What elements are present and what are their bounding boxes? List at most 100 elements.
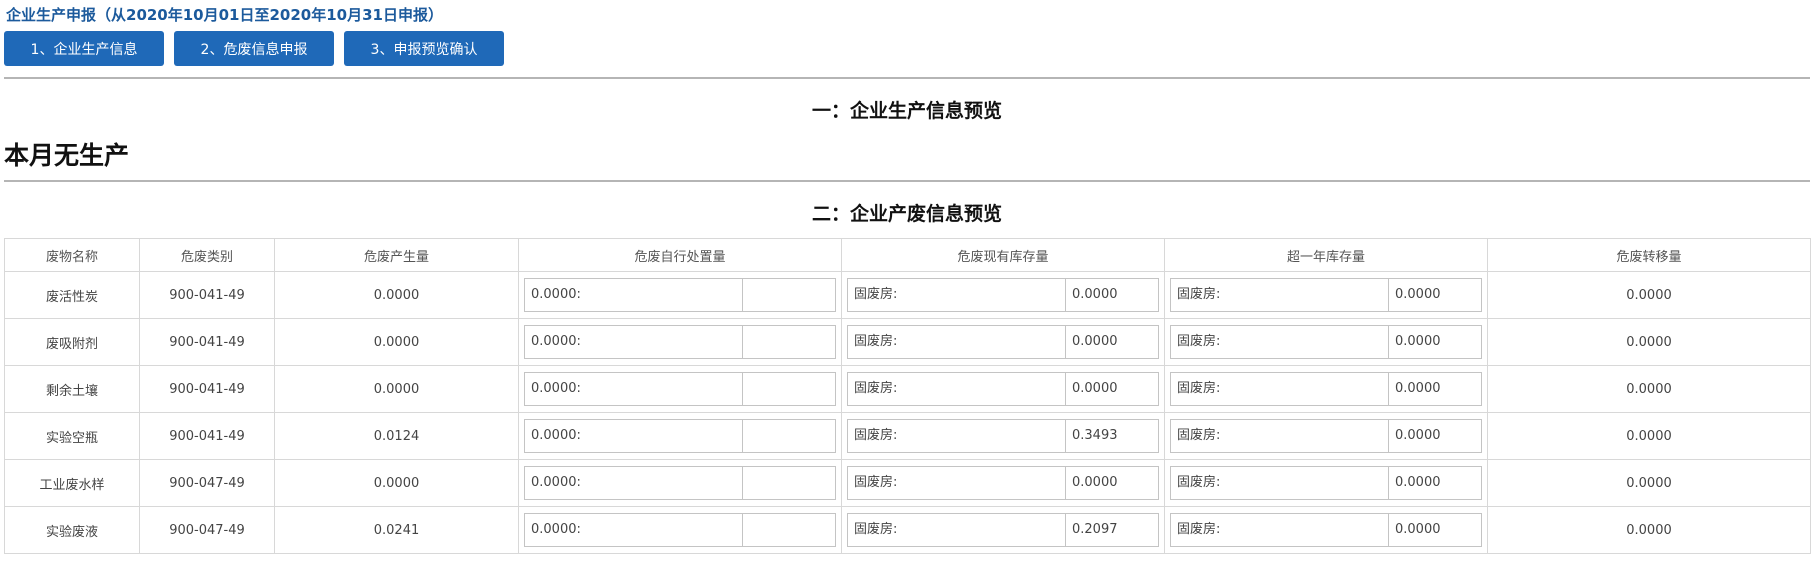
waste-category-cell: 900-041-49 (139, 271, 275, 319)
self-disposal-label: 0.0000: (525, 420, 743, 452)
over-year-cell: 固废房: 0.0000 (1164, 459, 1488, 507)
self-disposal-label: 0.0000: (525, 279, 743, 311)
stock-value: 0.0000 (1072, 334, 1118, 349)
self-disposal-field: 0.0000: (524, 372, 836, 406)
waste-category-cell: 900-041-49 (139, 318, 275, 366)
produced-cell: 0.0000 (274, 318, 519, 366)
self-disposal-value (743, 514, 835, 546)
produced-cell: 0.0000 (274, 271, 519, 319)
self-disposal-field: 0.0000: (524, 513, 836, 547)
waste-name-cell: 剩余土壤 (4, 365, 140, 413)
waste-preview-table: 废物名称 危废类别 危废产生量 危废自行处置量 危废现有库存量 超一年库存量 危… (4, 238, 1811, 554)
self-disposal-field: 0.0000: (524, 325, 836, 359)
stock-location-label: 固废房: (848, 373, 1066, 405)
page-title: 企业生产申报（从2020年10月01日至2020年10月31日申报） (6, 6, 443, 24)
self-disposal-field: 0.0000: (524, 278, 836, 312)
header-over-year-stock: 超一年库存量 (1164, 238, 1488, 272)
self-disposal-value (743, 326, 835, 358)
over-year-field: 固废房: 0.0000 (1170, 278, 1482, 312)
self-disposal-label: 0.0000: (525, 467, 743, 499)
self-disposal-label: 0.0000: (525, 326, 743, 358)
header-transfer: 危废转移量 (1487, 238, 1811, 272)
stock-cell: 固废房: 0.2097 (841, 506, 1165, 554)
stock-location-label: 固废房: (848, 279, 1066, 311)
self-disposal-label: 0.0000: (525, 514, 743, 546)
self-disposal-field: 0.0000: (524, 419, 836, 453)
table-row: 废吸附剂 900-041-49 0.0000 0.0000: 固废房: 0.000… (4, 318, 1811, 366)
over-year-value: 0.0000 (1395, 475, 1441, 490)
self-disposal-value (743, 467, 835, 499)
produced-cell: 0.0000 (274, 459, 519, 507)
over-year-cell: 固废房: 0.0000 (1164, 412, 1488, 460)
stock-value: 0.0000 (1072, 475, 1118, 490)
stock-value: 0.3493 (1072, 428, 1118, 443)
header-produced: 危废产生量 (274, 238, 519, 272)
waste-name-cell: 工业废水样 (4, 459, 140, 507)
transfer-cell: 0.0000 (1487, 412, 1811, 460)
over-year-cell: 固废房: 0.0000 (1164, 506, 1488, 554)
divider (4, 77, 1810, 79)
over-year-location-label: 固废房: (1171, 373, 1389, 405)
over-year-location-label: 固废房: (1171, 420, 1389, 452)
stock-cell: 固废房: 0.0000 (841, 459, 1165, 507)
table-row: 剩余土壤 900-041-49 0.0000 0.0000: 固废房: 0.000… (4, 365, 1811, 413)
waste-category-cell: 900-041-49 (139, 365, 275, 413)
step-production-info-button[interactable]: 1、企业生产信息 (4, 31, 164, 66)
self-disposal-cell: 0.0000: (518, 271, 842, 319)
stock-value: 0.0000 (1072, 381, 1118, 396)
stock-value: 0.2097 (1072, 522, 1118, 537)
section-waste-title: 二：企业产废信息预览 (811, 203, 1002, 225)
stock-field: 固废房: 0.0000 (847, 278, 1159, 312)
stock-cell: 固废房: 0.0000 (841, 318, 1165, 366)
stock-field: 固废房: 0.0000 (847, 372, 1159, 406)
over-year-value: 0.0000 (1395, 287, 1441, 302)
divider (4, 180, 1810, 182)
self-disposal-value (743, 420, 835, 452)
transfer-cell: 0.0000 (1487, 365, 1811, 413)
stock-location-label: 固废房: (848, 467, 1066, 499)
over-year-value: 0.0000 (1395, 334, 1441, 349)
stock-cell: 固废房: 0.3493 (841, 412, 1165, 460)
over-year-location-label: 固废房: (1171, 326, 1389, 358)
table-row: 实验空瓶 900-041-49 0.0124 0.0000: 固废房: 0.349… (4, 412, 1811, 460)
waste-category-cell: 900-041-49 (139, 412, 275, 460)
over-year-location-label: 固废房: (1171, 467, 1389, 499)
self-disposal-value (743, 279, 835, 311)
stock-location-label: 固废房: (848, 326, 1066, 358)
produced-cell: 0.0124 (274, 412, 519, 460)
header-self-disposal: 危废自行处置量 (518, 238, 842, 272)
produced-cell: 0.0000 (274, 365, 519, 413)
self-disposal-value (743, 373, 835, 405)
self-disposal-label: 0.0000: (525, 373, 743, 405)
transfer-cell: 0.0000 (1487, 271, 1811, 319)
stock-cell: 固废房: 0.0000 (841, 365, 1165, 413)
self-disposal-cell: 0.0000: (518, 365, 842, 413)
over-year-location-label: 固废房: (1171, 514, 1389, 546)
over-year-value: 0.0000 (1395, 522, 1441, 537)
table-header-row: 废物名称 危废类别 危废产生量 危废自行处置量 危废现有库存量 超一年库存量 危… (4, 238, 1811, 272)
over-year-field: 固废房: 0.0000 (1170, 419, 1482, 453)
over-year-location-label: 固废房: (1171, 279, 1389, 311)
self-disposal-cell: 0.0000: (518, 506, 842, 554)
stock-field: 固废房: 0.0000 (847, 466, 1159, 500)
table-row: 废活性炭 900-041-49 0.0000 0.0000: 固废房: 0.000… (4, 271, 1811, 319)
table-row: 工业废水样 900-047-49 0.0000 0.0000: 固废房: 0.00… (4, 459, 1811, 507)
table-row: 实验废液 900-047-49 0.0241 0.0000: 固废房: 0.209… (4, 506, 1811, 554)
self-disposal-cell: 0.0000: (518, 459, 842, 507)
stock-location-label: 固废房: (848, 514, 1066, 546)
self-disposal-field: 0.0000: (524, 466, 836, 500)
over-year-field: 固废房: 0.0000 (1170, 513, 1482, 547)
over-year-cell: 固废房: 0.0000 (1164, 318, 1488, 366)
produced-cell: 0.0241 (274, 506, 519, 554)
over-year-cell: 固废房: 0.0000 (1164, 271, 1488, 319)
stock-cell: 固废房: 0.0000 (841, 271, 1165, 319)
header-waste-name: 废物名称 (4, 238, 140, 272)
waste-category-cell: 900-047-49 (139, 506, 275, 554)
transfer-cell: 0.0000 (1487, 459, 1811, 507)
over-year-field: 固废房: 0.0000 (1170, 325, 1482, 359)
stock-field: 固废房: 0.0000 (847, 325, 1159, 359)
step-preview-confirm-button[interactable]: 3、申报预览确认 (344, 31, 504, 66)
waste-category-cell: 900-047-49 (139, 459, 275, 507)
waste-name-cell: 实验空瓶 (4, 412, 140, 460)
step-hazwaste-declare-button[interactable]: 2、危废信息申报 (174, 31, 334, 66)
